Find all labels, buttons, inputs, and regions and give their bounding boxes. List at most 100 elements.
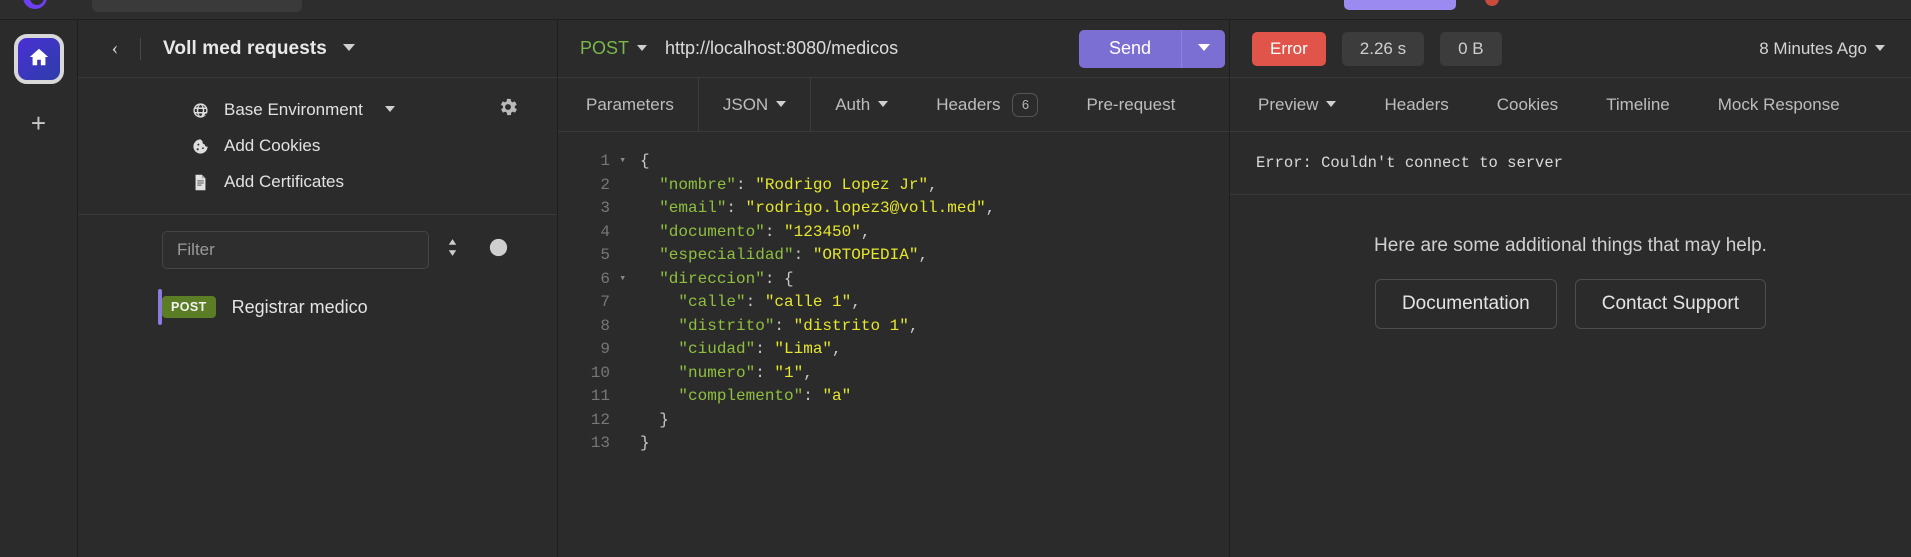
code-token: , [803,363,813,382]
tab-parameters[interactable]: Parameters [558,78,699,131]
contact-support-button[interactable]: Contact Support [1574,279,1767,329]
response-timestamp-label: 8 Minutes Ago [1759,38,1867,58]
request-list: POST Registrar medico [78,283,557,557]
response-time-badge[interactable]: 2.26 s [1341,31,1425,66]
send-button[interactable]: Send [1078,29,1181,68]
code-token: : [745,293,765,311]
status-badge[interactable]: Error [1252,31,1326,66]
editor-line-number: 9 [600,340,610,358]
request-body-editor[interactable]: 1 ▾ 2 3 4 5 6 ▾ 7 8 9 10 11 12 13 { "nombre": "Rodrigo… [558,132,1229,557]
chevron-down-icon [384,106,395,112]
workspace-title-label: Voll med requests [163,37,327,59]
tab-label: Pre-request [1086,94,1176,114]
fold-triangle-icon[interactable]: ▾ [619,268,626,292]
tab-label: Cookies [1496,94,1559,114]
editor-line-number: 3 [600,199,610,217]
code-token: : [726,199,746,217]
code-token: , [908,316,919,335]
back-button[interactable]: ‹ [98,32,132,66]
code-token: "Rodrigo Lopez Jr" [755,175,929,194]
code-token: "Lima" [774,340,833,358]
editor-code[interactable]: { "nombre": "Rodrigo Lopez Jr", "email":… [630,150,1229,557]
tab-headers[interactable]: Headers 6 [912,78,1062,131]
chevron-down-icon [1875,44,1885,51]
tab-timeline[interactable]: Timeline [1582,78,1694,131]
sidebar-item-add-certificates[interactable]: Add Certificates [78,164,557,200]
filter-input[interactable] [162,231,429,269]
editor-line: "documento": "123450", [640,221,1229,245]
add-request-button[interactable] [475,231,521,269]
sidebar-item-label: Add Certificates [224,172,344,191]
chevron-down-icon [1197,44,1210,51]
code-token: "1" [774,363,804,382]
sidebar-meta-list: Base Environment Add Cookies Add Certifi… [78,78,557,215]
code-token: "ORTOPEDIA" [812,246,919,264]
workspace-title[interactable]: Voll med requests [163,37,356,60]
fold-triangle-icon[interactable]: ▾ [619,150,626,174]
tab-preview[interactable]: Preview [1230,78,1360,131]
editor-line-number: 6 ▾ [558,268,628,292]
code-token: "nombre" [659,175,737,194]
sort-icon [446,238,459,262]
home-button[interactable] [13,34,64,84]
certificate-icon [190,174,210,191]
tab-mock-response[interactable]: Mock Response [1694,78,1864,131]
headers-count-badge: 6 [1012,92,1039,117]
documentation-button[interactable]: Documentation [1374,279,1557,329]
tab-label: Preview [1258,94,1319,114]
response-status-bar: Error 2.26 s 0 B 8 Minutes Ago [1230,20,1911,78]
sidebar-item-label: Base Environment [224,100,363,119]
plus-circle-icon [488,237,509,263]
editor-line: { [640,150,1229,174]
workspace-switcher-pill[interactable] [92,0,302,12]
tab-auth[interactable]: Auth [811,78,912,131]
response-history-selector[interactable]: 8 Minutes Ago [1759,39,1885,59]
code-token: { [640,152,650,170]
send-options-button[interactable] [1181,29,1225,68]
add-organization-button[interactable]: + [22,106,56,140]
editor-line: "nombre": "Rodrigo Lopez Jr", [640,174,1229,198]
sort-button[interactable] [429,231,475,269]
code-token: "numero" [678,363,756,382]
code-token: : [736,175,756,194]
editor-line-number: 8 [600,316,610,335]
response-error-message: Error: Couldn't connect to server [1230,132,1911,195]
url-input[interactable]: http://localhost:8080/medicos [647,38,1079,59]
upgrade-button[interactable] [1344,0,1456,10]
chevron-left-icon: ‹ [111,37,119,59]
code-token: "email" [659,199,727,217]
code-token: "distrito" [678,316,775,335]
list-item[interactable]: POST Registrar medico [78,285,557,329]
request-name-label: Registrar medico [231,296,368,317]
help-buttons: Documentation Contact Support [1230,279,1911,329]
tab-pre-request[interactable]: Pre-request [1062,78,1199,131]
code-token: "documento" [659,222,765,241]
tab-label: Timeline [1606,94,1670,114]
code-token: } [640,434,650,452]
editor-line-number: 12 [590,410,610,429]
home-icon [28,46,50,73]
sidebar-item-base-environment[interactable]: Base Environment [78,92,557,128]
code-token: , [918,246,929,264]
tab-response-headers[interactable]: Headers [1360,78,1472,131]
chevron-down-icon [878,100,889,107]
response-size-badge[interactable]: 0 B [1440,31,1502,66]
request-method-badge: POST [162,296,216,318]
editor-line: } [640,409,1229,433]
code-token: , [851,293,861,311]
editor-line: } [640,432,1229,456]
editor-line-number: 11 [590,387,610,405]
workspace-settings-button[interactable] [497,96,519,118]
sidebar-item-add-cookies[interactable]: Add Cookies [78,128,557,164]
code-token: } [659,410,669,429]
tab-body-json[interactable]: JSON [699,78,812,131]
response-body: Error: Couldn't connect to server Here a… [1230,132,1911,557]
tab-response-cookies[interactable]: Cookies [1473,78,1582,131]
code-token: , [928,175,938,194]
method-selector[interactable]: POST [580,38,648,59]
app-logo-icon [20,0,50,12]
